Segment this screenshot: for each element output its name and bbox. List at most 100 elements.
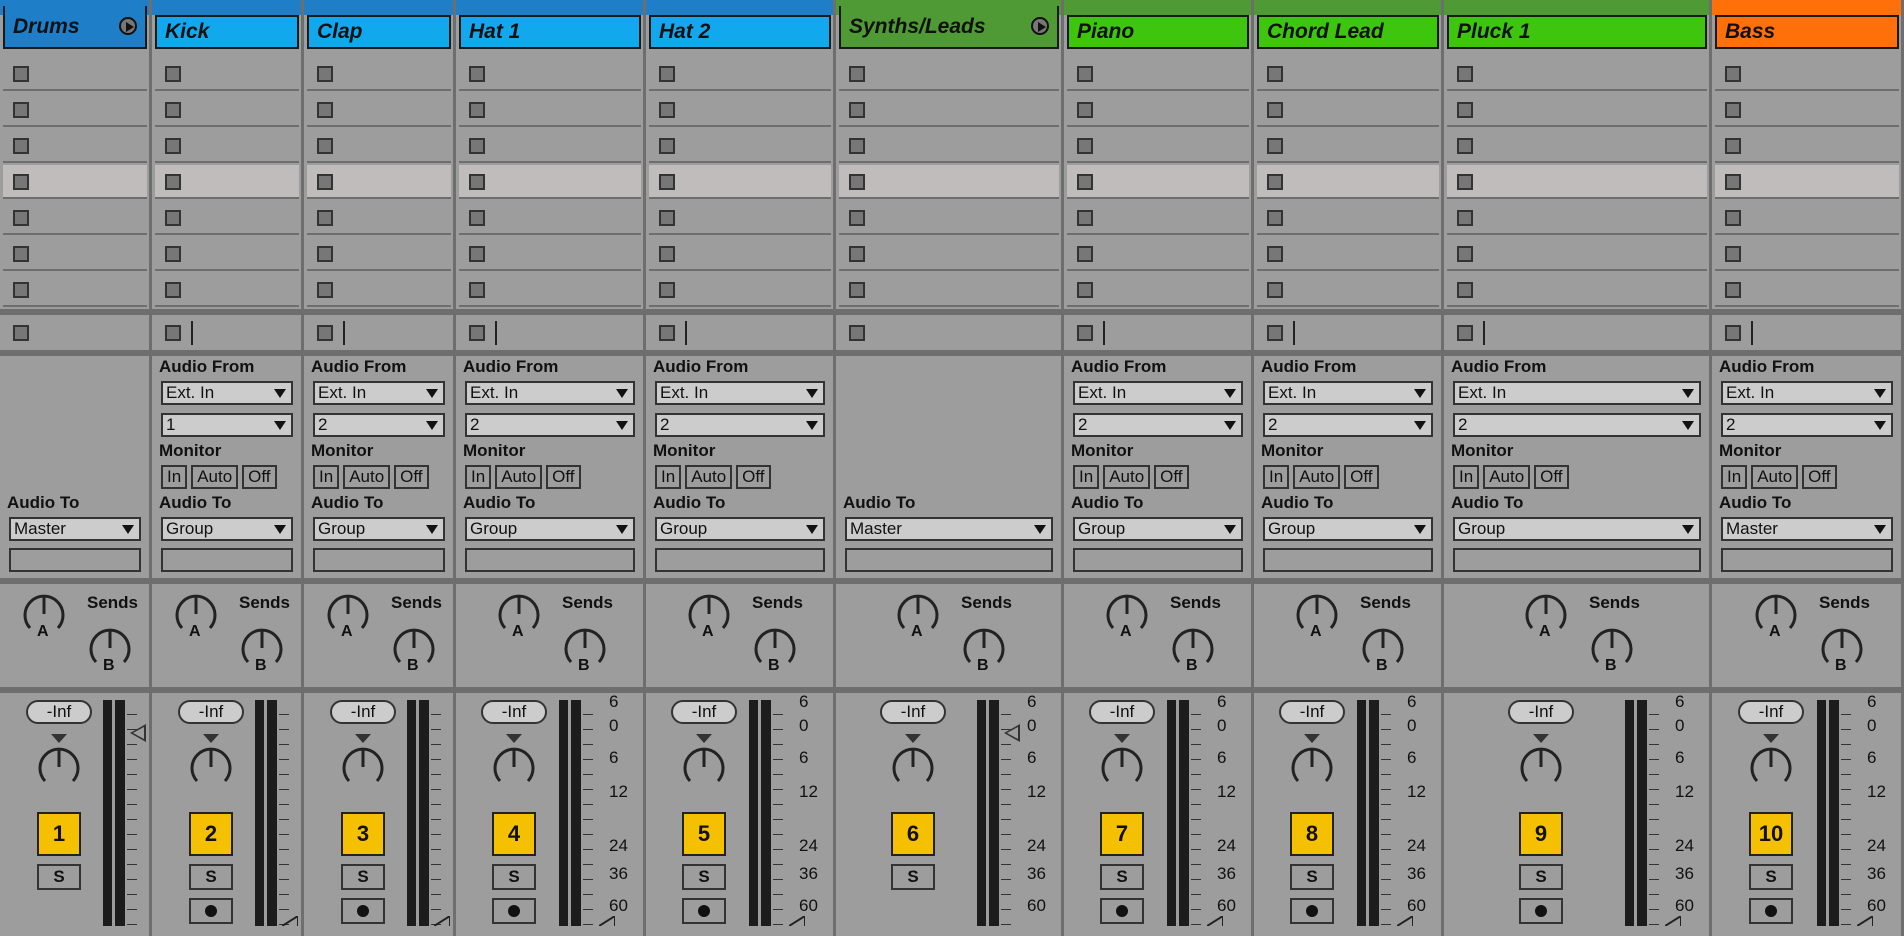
track-title-bar[interactable]: Synths/Leads — [839, 6, 1059, 49]
pan-knob-icon[interactable] — [1518, 744, 1564, 790]
audio-to-select[interactable]: Group — [655, 517, 825, 541]
monitor-off-button[interactable]: Off — [1534, 465, 1569, 489]
clip-stop-slot[interactable] — [155, 316, 299, 350]
track-title-bar[interactable]: Hat 1 — [459, 15, 641, 49]
clip-stop-button[interactable] — [1725, 138, 1741, 154]
monitor-in-button[interactable]: In — [1453, 465, 1480, 489]
clip-slot[interactable] — [839, 201, 1059, 235]
pan-knob-icon[interactable] — [340, 744, 386, 790]
clip-stop-button[interactable] — [13, 282, 29, 298]
pan-knob-icon[interactable] — [491, 744, 537, 790]
clip-stop-button[interactable] — [1267, 282, 1283, 298]
clip-slot[interactable] — [459, 93, 641, 127]
clip-slot[interactable] — [1067, 201, 1249, 235]
clip-stop-button[interactable] — [1077, 210, 1093, 226]
record-arm-button[interactable] — [1100, 898, 1144, 924]
clip-slot[interactable] — [1447, 129, 1707, 163]
record-arm-button[interactable] — [189, 898, 233, 924]
clip-stop-button[interactable] — [849, 210, 865, 226]
volume-fader-arrow-icon[interactable] — [130, 724, 146, 742]
clip-stop-button[interactable] — [13, 246, 29, 262]
audio-to-channel-field[interactable] — [1263, 548, 1433, 572]
clip-slot[interactable] — [1257, 93, 1439, 127]
track-title-bar[interactable]: Bass — [1715, 15, 1899, 49]
clip-stop-button[interactable] — [1077, 102, 1093, 118]
clip-stop-button[interactable] — [659, 102, 675, 118]
volume-field[interactable]: -Inf — [26, 700, 92, 724]
clip-slot[interactable] — [155, 201, 299, 235]
monitor-auto-button[interactable]: Auto — [1483, 465, 1531, 489]
clip-stop-button[interactable] — [165, 138, 181, 154]
clip-slot[interactable] — [1715, 129, 1899, 163]
clip-stop-button[interactable] — [165, 174, 181, 190]
volume-field[interactable]: -Inf — [1738, 700, 1804, 724]
clip-slot[interactable] — [1447, 165, 1707, 199]
clip-stop-slot[interactable] — [1715, 316, 1899, 350]
clip-stop-slot[interactable] — [1257, 316, 1439, 350]
clip-stop-button[interactable] — [849, 282, 865, 298]
audio-from-channel-select[interactable]: 2 — [1453, 413, 1701, 437]
clip-stop-button[interactable] — [13, 210, 29, 226]
clip-stop-button[interactable] — [659, 174, 675, 190]
monitor-off-button[interactable]: Off — [736, 465, 771, 489]
track-title-bar[interactable]: Chord Lead — [1257, 15, 1439, 49]
clip-stop-button[interactable] — [317, 282, 333, 298]
pan-knob-icon[interactable] — [1099, 744, 1145, 790]
clip-stop-button[interactable] — [849, 138, 865, 154]
volume-field[interactable]: -Inf — [481, 700, 547, 724]
clip-slot[interactable] — [839, 273, 1059, 307]
stop-all-clips-button[interactable] — [317, 325, 333, 341]
clip-stop-button[interactable] — [659, 246, 675, 262]
audio-to-select[interactable]: Group — [161, 517, 293, 541]
clip-slot[interactable] — [3, 129, 147, 163]
clip-stop-button[interactable] — [1077, 246, 1093, 262]
clip-stop-button[interactable] — [1267, 66, 1283, 82]
pan-knob[interactable] — [36, 744, 82, 790]
solo-button[interactable]: S — [1290, 864, 1334, 890]
pan-knob-icon[interactable] — [1289, 744, 1335, 790]
clip-slot[interactable] — [307, 93, 451, 127]
clip-slot[interactable] — [459, 237, 641, 271]
clip-stop-button[interactable] — [1267, 246, 1283, 262]
clip-slot[interactable] — [155, 57, 299, 91]
clip-slot[interactable] — [649, 237, 831, 271]
clip-stop-button[interactable] — [1457, 282, 1473, 298]
track-title-bar[interactable]: Clap — [307, 15, 451, 49]
audio-to-select[interactable]: Group — [1453, 517, 1701, 541]
stop-all-clips-button[interactable] — [469, 325, 485, 341]
clip-stop-button[interactable] — [1457, 246, 1473, 262]
clip-stop-button[interactable] — [1077, 282, 1093, 298]
clip-slot[interactable] — [649, 57, 831, 91]
clip-stop-button[interactable] — [1725, 282, 1741, 298]
clip-stop-button[interactable] — [469, 138, 485, 154]
clip-stop-button[interactable] — [1267, 210, 1283, 226]
clip-slot[interactable] — [1715, 165, 1899, 199]
pan-knob-icon[interactable] — [681, 744, 727, 790]
clip-slot[interactable] — [1715, 201, 1899, 235]
audio-to-channel-field[interactable] — [313, 548, 445, 572]
clip-stop-button[interactable] — [317, 174, 333, 190]
clip-slot[interactable] — [1447, 57, 1707, 91]
stop-all-clips-button[interactable] — [849, 325, 865, 341]
pan-knob[interactable] — [340, 744, 386, 790]
stop-all-clips-button[interactable] — [1457, 325, 1473, 341]
track-activator-button[interactable]: 6 — [891, 812, 935, 856]
audio-from-channel-select[interactable]: 2 — [1263, 413, 1433, 437]
clip-slot[interactable] — [1257, 165, 1439, 199]
clip-stop-button[interactable] — [659, 138, 675, 154]
track-title-bar[interactable]: Kick — [155, 15, 299, 49]
audio-from-channel-select[interactable]: 1 — [161, 413, 293, 437]
clip-stop-button[interactable] — [1457, 138, 1473, 154]
clip-stop-slot[interactable] — [839, 316, 1059, 350]
audio-to-select[interactable]: Group — [1263, 517, 1433, 541]
track-activator-button[interactable]: 7 — [1100, 812, 1144, 856]
pan-knob[interactable] — [1099, 744, 1145, 790]
clip-stop-button[interactable] — [1077, 174, 1093, 190]
clip-slot[interactable] — [1257, 273, 1439, 307]
audio-to-channel-field[interactable] — [161, 548, 293, 572]
clip-slot[interactable] — [307, 237, 451, 271]
record-arm-button[interactable] — [492, 898, 536, 924]
clip-slot[interactable] — [1447, 201, 1707, 235]
record-arm-button[interactable] — [1519, 898, 1563, 924]
monitor-in-button[interactable]: In — [465, 465, 492, 489]
